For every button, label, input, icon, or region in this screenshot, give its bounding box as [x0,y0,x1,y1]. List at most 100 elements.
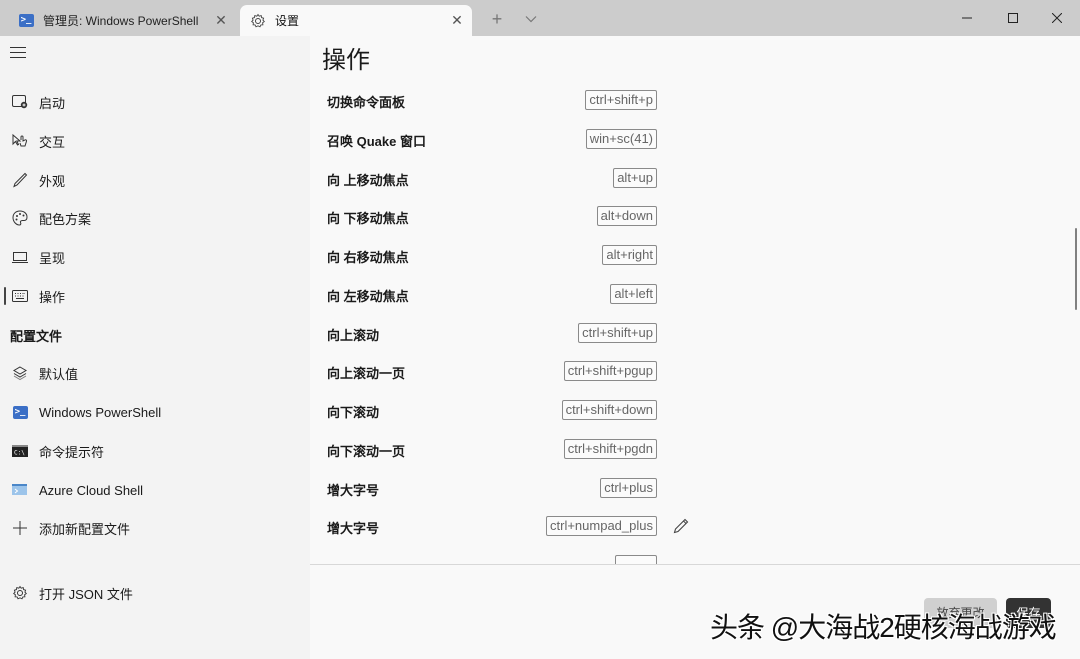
key-chord[interactable]: ctrl+plus [600,478,657,498]
monitor-icon [11,248,29,266]
key-chord[interactable]: alt+left [610,284,657,304]
action-row[interactable]: 召唤 Quake 窗口 win+sc(41) [310,121,1070,159]
title-bar: >_ 管理员: Windows PowerShell ✕ 设置 ✕ + [0,0,1080,36]
action-row[interactable]: 向下滚动一页 ctrl+shift+pgdn [310,431,1070,469]
sidebar-item-interaction[interactable]: 交互 [0,123,300,159]
sidebar-item-label: 添加新配置文件 [39,521,131,537]
action-row[interactable]: 切换命令面板 ctrl+shift+p [310,82,1070,120]
pencil-edit-icon[interactable] [672,517,690,535]
tab-label: 设置 [275,14,300,28]
watermark: 头条 @大海战2硬核海战游戏 [710,612,1057,643]
sidebar-item-actions[interactable]: 操作 [0,278,300,314]
azure-icon [11,481,29,499]
keyboard-icon [11,287,29,305]
settings-content: 操作 切换命令面板 ctrl+shift+p 召唤 Quake 窗口 win+s… [310,36,1080,659]
key-chord[interactable]: alt+up [613,168,657,188]
action-label: 向 左移动焦点 [327,289,409,304]
gear-icon [250,13,266,29]
open-json-file-button[interactable]: 打开 JSON 文件 [0,575,300,611]
cmd-icon: C:\ [11,442,29,460]
powershell-icon: >_ [11,403,29,421]
action-label: 切换命令面板 [327,95,406,110]
layers-icon [11,364,29,382]
key-chord[interactable]: ctrl+shift+pgdn [563,439,657,459]
action-row[interactable]: 向 右移动焦点 alt+right [310,237,1070,275]
action-label: 向下滚动 [327,405,380,420]
palette-icon [11,209,29,227]
action-row[interactable]: 向上滚动一页 ctrl+shift+pgup [310,353,1070,391]
tab-powershell[interactable]: >_ 管理员: Windows PowerShell ✕ [8,5,236,36]
sidebar-item-label: 交互 [39,134,66,150]
tab-label: 管理员: Windows PowerShell [43,14,199,28]
key-chord[interactable]: ctrl+shift+p [585,90,657,110]
key-chord[interactable]: win+sc(41) [585,129,657,149]
sidebar-item-label: 外观 [39,173,66,189]
key-chord[interactable]: alt+down [596,206,657,226]
sidebar-item-command-prompt[interactable]: C:\ 命令提示符 [0,433,300,469]
startup-icon [11,93,29,111]
sidebar-item-label: 默认值 [39,366,79,382]
pen-icon [11,171,29,189]
maximize-icon [1008,13,1018,23]
minimize-button[interactable] [944,0,990,36]
action-row[interactable]: 向下滚动 ctrl+shift+down [310,392,1070,430]
key-chord[interactable]: ctrl+numpad_plus [546,516,657,536]
sidebar-item-startup[interactable]: 启动 [0,84,300,120]
close-window-button[interactable] [1034,0,1080,36]
action-row[interactable]: 向 下移动焦点 alt+down [310,198,1070,236]
key-chord[interactable]: ctrl+shift+down [561,400,657,420]
action-label: 向下滚动一页 [327,444,406,459]
sidebar-item-label: 命令提示符 [39,444,105,460]
sidebar-item-azure-cloud-shell[interactable]: Azure Cloud Shell [0,472,300,508]
action-label: 向 下移动焦点 [327,211,409,226]
action-label: 召唤 Quake 窗口 [327,134,426,149]
plus-icon [11,519,29,537]
key-chord[interactable]: ctrl+shift+up [578,323,657,343]
action-label: 增大字号 [327,521,380,536]
minimize-icon [962,17,972,19]
sidebar-item-defaults[interactable]: 默认值 [0,355,300,391]
key-chord[interactable]: alt+right [602,245,657,265]
close-icon [1052,13,1062,23]
profiles-section-header: 配置文件 [10,329,63,344]
sidebar-item-rendering[interactable]: 呈现 [0,239,300,275]
action-row[interactable]: 增大字号 ctrl+plus [310,470,1070,508]
new-tab-button[interactable]: + [486,8,508,30]
svg-text:C:\: C:\ [14,450,25,457]
sidebar-item-label: 启动 [39,95,66,111]
close-tab-icon[interactable]: ✕ [442,12,472,29]
close-tab-icon[interactable]: ✕ [206,12,236,29]
key-chord[interactable]: ctrl+shift+pgup [563,361,657,381]
action-row[interactable]: 向上滚动 ctrl+shift+up [310,315,1070,353]
key-chord[interactable] [615,555,657,564]
selection-indicator [4,287,6,305]
gear-icon [11,584,29,602]
action-label: 向上滚动一页 [327,366,406,381]
action-row[interactable]: 向 左移动焦点 alt+left [310,276,1070,314]
chevron-down-icon [525,16,537,23]
sidebar-item-label: Azure Cloud Shell [39,482,144,498]
sidebar-item-label: 配色方案 [39,211,92,227]
action-row[interactable]: 增大字号 ctrl+numpad_plus [310,508,1070,546]
action-label: 增大字号 [327,483,380,498]
hamburger-menu-icon[interactable] [10,47,28,61]
sidebar-item-windows-powershell[interactable]: >_ Windows PowerShell [0,394,300,430]
maximize-button[interactable] [990,0,1036,36]
action-row-partial[interactable] [310,547,1070,564]
sidebar: 启动 交互 外观 配色方案 呈现 操作 配置文件 默认值 >_ Windows … [0,36,310,659]
sidebar-item-color-schemes[interactable]: 配色方案 [0,200,300,236]
add-new-profile-button[interactable]: 添加新配置文件 [0,510,300,546]
action-row[interactable]: 向 上移动焦点 alt+up [310,160,1070,198]
action-label: 向 上移动焦点 [327,173,409,188]
action-label: 向上滚动 [327,328,380,343]
page-title: 操作 [322,47,370,74]
tab-settings[interactable]: 设置 ✕ [240,5,472,36]
tab-dropdown-button[interactable] [520,8,542,30]
sidebar-item-label: 操作 [39,289,66,305]
sidebar-item-appearance[interactable]: 外观 [0,162,300,198]
scrollbar-thumb[interactable] [1075,228,1077,310]
sidebar-item-label: 呈现 [39,250,66,266]
powershell-icon: >_ [18,13,34,29]
action-label: 向 右移动焦点 [327,250,409,265]
sidebar-item-label: 打开 JSON 文件 [39,586,133,602]
